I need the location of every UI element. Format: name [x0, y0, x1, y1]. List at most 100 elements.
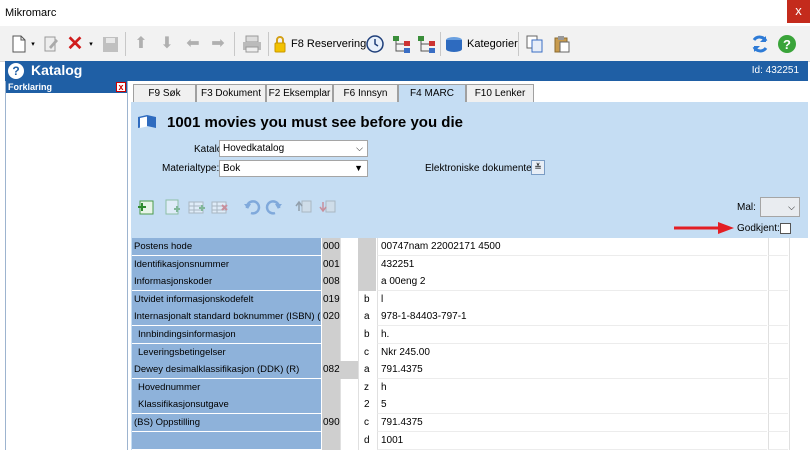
indicator-1[interactable]: [340, 308, 358, 327]
delete-row-icon[interactable]: [211, 199, 229, 215]
field-value[interactable]: l: [377, 290, 767, 309]
marc-row[interactable]: Hovednummer z h: [132, 378, 808, 397]
tab-dokument[interactable]: F3 Dokument: [196, 84, 266, 103]
indicator-1[interactable]: [340, 255, 358, 274]
subfield-code[interactable]: c: [358, 414, 376, 432]
tab-marc[interactable]: F4 MARC: [398, 84, 466, 103]
arrow-left-icon[interactable]: ⬅: [183, 33, 203, 55]
field-tag[interactable]: 000: [322, 238, 340, 256]
marc-row[interactable]: Internasjonalt standard boknummer (ISBN)…: [132, 308, 808, 327]
field-tag[interactable]: [322, 326, 340, 344]
help-circle-icon[interactable]: ?: [8, 63, 24, 79]
expand-icon[interactable]: ≚: [531, 160, 545, 175]
arrow-up-icon[interactable]: ⬆: [131, 33, 151, 55]
copy-icon[interactable]: [524, 33, 546, 55]
reservering-button[interactable]: F8 Reservering: [273, 33, 366, 55]
subfield-code[interactable]: c: [358, 343, 376, 362]
field-tag[interactable]: [322, 378, 340, 397]
indicator-1[interactable]: [340, 273, 358, 292]
arrow-right-icon[interactable]: ➡: [208, 33, 228, 55]
field-tag[interactable]: 020: [322, 308, 340, 327]
window-close-button[interactable]: x: [787, 0, 810, 23]
marc-row[interactable]: Leveringsbetingelser c Nkr 245.00: [132, 343, 808, 362]
field-value[interactable]: 5: [377, 396, 767, 415]
indicator-1[interactable]: [340, 326, 358, 344]
redo-icon[interactable]: [265, 199, 283, 215]
indicator-1[interactable]: [340, 431, 358, 450]
field-value[interactable]: h.: [377, 326, 767, 344]
delete-icon[interactable]: ✕: [64, 33, 86, 55]
marc-row[interactable]: Utvidet informasjonskodefelt 019 b l: [132, 290, 808, 309]
field-value[interactable]: 791.4375: [377, 361, 767, 380]
undo-icon[interactable]: [243, 199, 261, 215]
forklaring-close-button[interactable]: x: [116, 82, 126, 92]
field-tag[interactable]: 082: [322, 361, 340, 380]
marc-row[interactable]: (BS) Oppstilling 090 c 791.4375: [132, 414, 808, 432]
marc-row[interactable]: d 1001: [132, 431, 808, 450]
field-tag[interactable]: [322, 396, 340, 415]
field-tag[interactable]: 019: [322, 290, 340, 309]
help-icon[interactable]: ?: [776, 33, 798, 55]
subfield-code[interactable]: z: [358, 378, 376, 397]
indicator-1[interactable]: [340, 378, 358, 397]
edit-icon[interactable]: [40, 33, 62, 55]
save-icon[interactable]: [99, 33, 121, 55]
katalog-select[interactable]: Hovedkatalog ⌵: [219, 140, 368, 157]
field-tag[interactable]: 008: [322, 273, 340, 292]
new-document-icon[interactable]: [8, 33, 30, 55]
indicator-1[interactable]: [340, 343, 358, 362]
materialtype-select[interactable]: Bok ▼: [219, 160, 368, 177]
field-tag[interactable]: [322, 431, 340, 450]
add-row-icon[interactable]: [188, 199, 206, 215]
add-field-icon[interactable]: [137, 199, 155, 215]
field-tag[interactable]: 090: [322, 414, 340, 432]
paste-icon[interactable]: [551, 33, 573, 55]
field-tag[interactable]: [322, 343, 340, 362]
subfield-code[interactable]: 2: [358, 396, 376, 415]
kategorier-button[interactable]: Kategorier: [445, 33, 518, 55]
indicator-1[interactable]: [340, 414, 358, 432]
field-value[interactable]: 978-1-84403-797-1: [377, 308, 767, 327]
tree-icon[interactable]: [391, 33, 413, 55]
marc-row[interactable]: Postens hode 000 00747nam 22002171 4500: [132, 238, 808, 256]
field-value[interactable]: Nkr 245.00: [377, 343, 767, 362]
subfield-code[interactable]: a: [358, 361, 376, 380]
field-tag[interactable]: 001: [322, 255, 340, 274]
clock-icon[interactable]: [364, 33, 386, 55]
subfield-code[interactable]: d: [358, 431, 376, 450]
indicator-2[interactable]: [358, 273, 376, 292]
print-icon[interactable]: [240, 33, 264, 55]
field-value[interactable]: 791.4375: [377, 414, 767, 432]
field-value[interactable]: 432251: [377, 255, 767, 274]
indicator-2[interactable]: [358, 238, 376, 256]
marc-row[interactable]: Identifikasjonsnummer 001 432251: [132, 255, 808, 274]
marc-row[interactable]: Dewey desimalklassifikasjon (DDK) (R) 082…: [132, 361, 808, 380]
arrow-down-icon[interactable]: ⬇: [157, 33, 177, 55]
marc-row[interactable]: Klassifikasjonsutgave 2 5: [132, 396, 808, 415]
marc-row[interactable]: Informasjonskoder 008 a 00eng 2: [132, 273, 808, 292]
marc-row[interactable]: Innbindingsinformasjon b h.: [132, 326, 808, 344]
tree-alt-icon[interactable]: [416, 33, 438, 55]
move-up-icon[interactable]: [295, 199, 313, 215]
refresh-icon[interactable]: [749, 33, 771, 55]
field-value[interactable]: h: [377, 378, 767, 397]
tab-innsyn[interactable]: F6 Innsyn: [333, 84, 398, 103]
subfield-code[interactable]: b: [358, 326, 376, 344]
subfield-code[interactable]: a: [358, 308, 376, 327]
godkjent-checkbox[interactable]: [780, 223, 791, 234]
subfield-code[interactable]: b: [358, 290, 376, 309]
indicator-1[interactable]: [340, 238, 358, 256]
tab-eksemplar[interactable]: F2 Eksemplar: [266, 84, 333, 103]
field-value[interactable]: a 00eng 2: [377, 273, 767, 292]
indicator-2[interactable]: [358, 255, 376, 274]
field-value[interactable]: 1001: [377, 431, 767, 450]
mal-select[interactable]: ⌵: [760, 197, 800, 217]
new-dropdown-icon[interactable]: ▾: [29, 33, 37, 55]
delete-dropdown-icon[interactable]: ▾: [87, 33, 95, 55]
tab-sok[interactable]: F9 Søk: [133, 84, 196, 103]
indicator-1[interactable]: [340, 290, 358, 309]
add-subfield-icon[interactable]: [164, 199, 182, 215]
indicator-1[interactable]: [340, 396, 358, 415]
move-down-icon[interactable]: [319, 199, 337, 215]
field-value[interactable]: 00747nam 22002171 4500: [377, 238, 767, 256]
